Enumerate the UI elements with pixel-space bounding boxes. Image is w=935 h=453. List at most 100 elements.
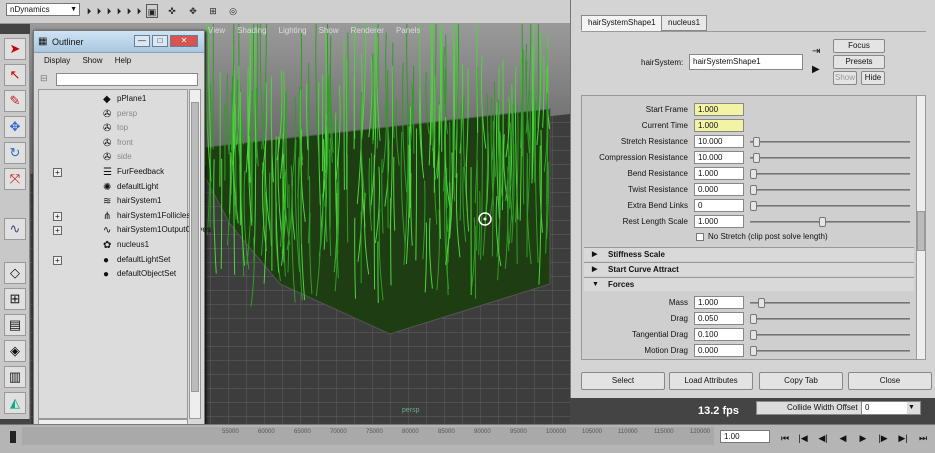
show-button[interactable]: Show [833, 71, 857, 85]
outliner-vertical-scrollbar[interactable] [189, 89, 201, 419]
viewport-menu-panels[interactable]: Panels [396, 26, 420, 35]
render-icon[interactable]: ◎ [226, 4, 240, 18]
layout-hypershade-icon[interactable]: ▥ [4, 366, 26, 388]
expand-icon[interactable]: + [53, 168, 62, 177]
input-arrow-icon[interactable]: ⏵ [124, 4, 134, 18]
snap-curve-icon[interactable]: ✥ [186, 4, 200, 18]
attribute-slider[interactable] [750, 217, 910, 227]
outliner-item[interactable]: ≋ hairSystem1 [39, 194, 187, 208]
outliner-menu-display[interactable]: Display [44, 56, 70, 65]
focus-button[interactable]: Focus [833, 39, 885, 53]
outliner-search-input[interactable] [56, 73, 198, 86]
outliner-item[interactable]: ✿ nucleus1 [39, 238, 187, 252]
snap-point-icon[interactable]: ⊞ [206, 4, 220, 18]
outliner-item[interactable]: + ∿ hairSystem1OutputCurves [39, 223, 211, 237]
layout-single-icon[interactable]: ◇ [4, 262, 26, 284]
go-to-start-icon[interactable]: ⏮ [778, 433, 792, 444]
expand-icon[interactable]: + [53, 211, 62, 221]
attribute-field[interactable]: 1.000 [694, 296, 744, 309]
slider-handle[interactable] [757, 298, 765, 308]
attribute-field[interactable]: 10.000 [694, 135, 744, 148]
step-forward-key-icon[interactable]: |▶ [876, 433, 890, 444]
input-arrow-icon[interactable]: ⏵ [94, 4, 104, 18]
attribute-field[interactable]: 1.000 [694, 103, 744, 116]
play-backwards-icon[interactable]: ◀ [836, 433, 850, 444]
attribute-scrollbar[interactable] [916, 95, 926, 360]
outliner-item[interactable]: + ☰ FurFeedback [39, 165, 187, 179]
attribute-slider[interactable] [750, 169, 910, 179]
scroll-thumb[interactable] [917, 211, 925, 251]
viewport-menu-renderer[interactable]: Renderer [351, 26, 384, 35]
save-icon[interactable]: ▣ [146, 4, 158, 18]
input-arrow-icon[interactable]: ⏵ [114, 4, 124, 18]
attribute-field[interactable]: 0 [694, 199, 744, 212]
layout-four-icon[interactable]: ⊞ [4, 288, 26, 310]
snap-icon[interactable]: ✜ [165, 4, 179, 18]
copy-tab-button[interactable]: Copy Tab [759, 372, 843, 390]
go-to-end-icon[interactable]: ⏭ [916, 433, 930, 444]
viewport-menu-lighting[interactable]: Lighting [279, 26, 307, 35]
layout-persp-outliner-icon[interactable]: ▤ [4, 314, 26, 336]
attribute-slider[interactable] [750, 314, 910, 324]
section-header[interactable]: ▶ Stiffness Scale [584, 247, 914, 261]
no-stretch-checkbox[interactable] [696, 233, 704, 241]
slider-handle[interactable] [750, 185, 757, 195]
tab-hairsystemshape1[interactable]: hairSystemShape1 [581, 15, 663, 31]
attribute-slider[interactable] [750, 185, 910, 195]
attribute-field[interactable]: 0.100 [694, 328, 744, 341]
attribute-field[interactable]: 0.000 [694, 344, 744, 357]
viewport-menu-shading[interactable]: Shading [237, 26, 266, 35]
attribute-field[interactable]: 10.000 [694, 151, 744, 164]
hide-button[interactable]: Hide [861, 71, 885, 85]
expand-arrow-icon[interactable]: ▶ [592, 263, 597, 277]
outliner-item[interactable]: + ⋔ hairSystem1Follicles [39, 209, 190, 223]
lasso-tool-icon[interactable]: ↖ [4, 64, 26, 86]
tab-nucleus1[interactable]: nucleus1 [661, 15, 708, 31]
collapse-arrow-icon[interactable]: ▼ [592, 278, 599, 292]
presets-button[interactable]: Presets [833, 55, 885, 69]
attribute-field[interactable]: 0.050 [694, 312, 744, 325]
outliner-menu-show[interactable]: Show [82, 56, 102, 65]
maximize-icon[interactable]: □ [152, 35, 168, 47]
slider-handle[interactable] [750, 201, 757, 211]
outliner-item[interactable]: ✇ top [39, 121, 187, 135]
section-header[interactable]: ▼ Forces [584, 277, 914, 291]
menu-set-dropdown[interactable]: nDynamics ▼ [6, 3, 80, 16]
attribute-field[interactable]: 1.000 [694, 215, 744, 228]
input-arrow-icon[interactable]: ⏵ [104, 4, 114, 18]
current-frame-field[interactable]: 1.00 [720, 430, 770, 443]
attribute-slider[interactable] [750, 330, 910, 340]
scale-tool-icon[interactable]: ⤧ [4, 168, 26, 190]
load-attributes-button[interactable]: Load Attributes [669, 372, 753, 390]
close-button[interactable]: Close [848, 372, 932, 390]
layout-graph-icon[interactable]: ◈ [4, 340, 26, 362]
scroll-thumb[interactable] [191, 102, 199, 392]
chevron-down-icon[interactable]: ▼ [908, 402, 915, 414]
time-slider-track[interactable]: 55000 60000 65000 70000 75000 80000 85000 90000… [22, 427, 714, 445]
step-back-frame-icon[interactable]: |◀ [796, 433, 810, 444]
attribute-field[interactable]: 0.000 [694, 183, 744, 196]
attribute-field[interactable]: 1.000 [694, 167, 744, 180]
select-tool-icon[interactable]: ➤ [4, 38, 26, 60]
focus-node-icon[interactable]: ⇥ [812, 46, 820, 57]
slider-handle[interactable] [750, 346, 757, 356]
filter-icon[interactable]: ⊟ [40, 73, 48, 84]
attribute-slider[interactable] [750, 298, 910, 308]
slider-handle[interactable] [750, 330, 757, 340]
outliner-titlebar[interactable]: ▦ Outliner — □ ✕ [34, 31, 204, 53]
attribute-field[interactable]: 1.000 [694, 119, 744, 132]
move-tool-icon[interactable]: ✥ [4, 116, 26, 138]
step-forward-frame-icon[interactable]: ▶| [896, 433, 910, 444]
node-name-field[interactable]: hairSystemShape1 [689, 54, 803, 70]
close-icon[interactable]: ✕ [170, 35, 198, 47]
outliner-item[interactable]: ✺ defaultLight [39, 180, 187, 194]
copy-node-icon[interactable]: ▶ [812, 64, 820, 75]
section-header[interactable]: ▶ Start Curve Attract [584, 262, 914, 276]
layout-custom-icon[interactable]: ◭ [4, 392, 26, 414]
viewport-menu-view[interactable]: View [208, 26, 225, 35]
outliner-menu-help[interactable]: Help [115, 56, 131, 65]
outliner-item[interactable]: + ● defaultLightSet [39, 253, 187, 267]
expand-icon[interactable]: + [53, 255, 62, 265]
paint-select-tool-icon[interactable]: ✎ [4, 90, 26, 112]
play-forwards-icon[interactable]: ▶ [856, 433, 870, 444]
